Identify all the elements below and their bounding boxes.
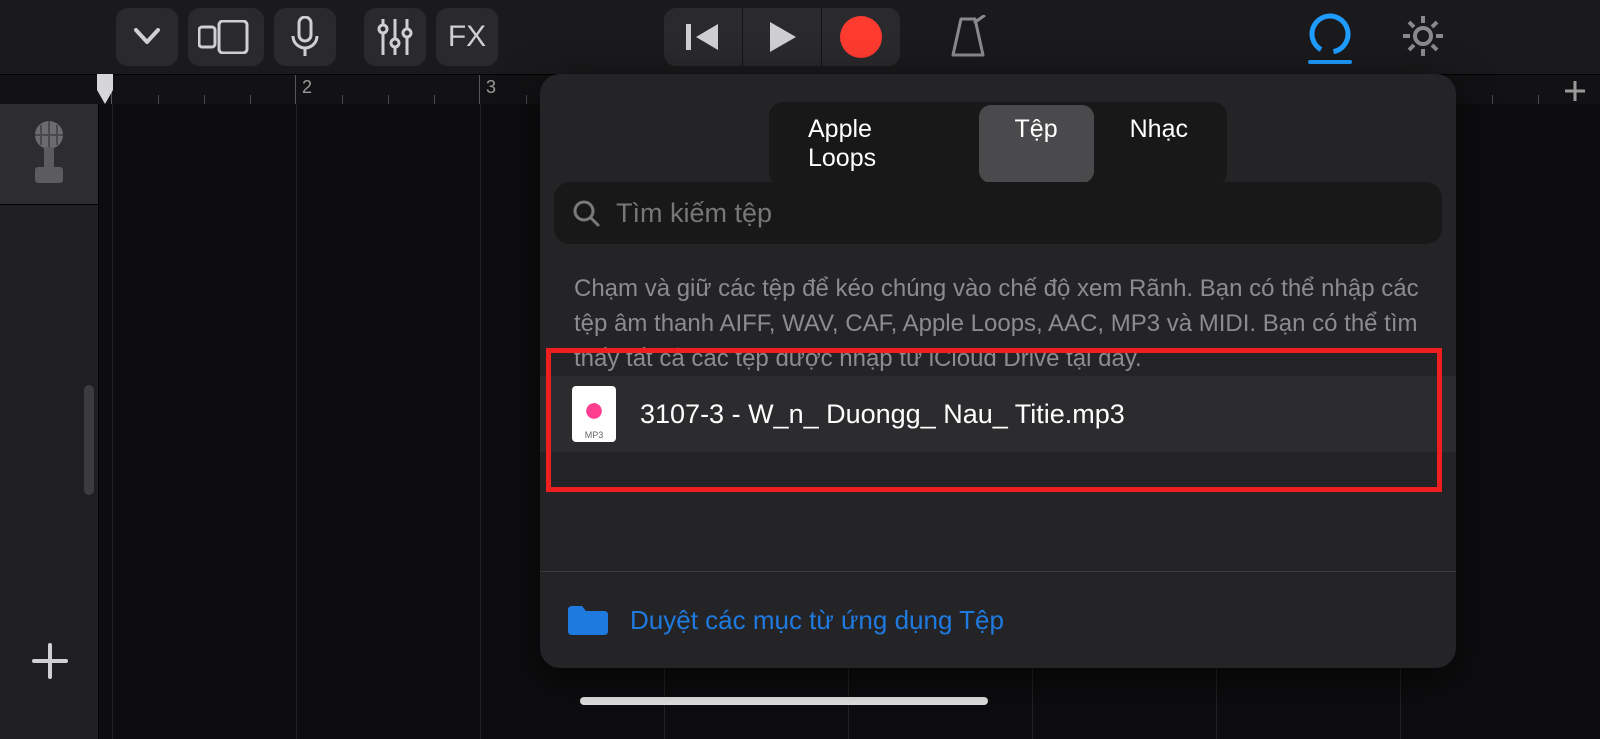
tracks-view-icon xyxy=(198,20,254,54)
mp3-file-icon: MP3 xyxy=(572,386,616,442)
folder-icon xyxy=(566,604,608,636)
plus-icon xyxy=(1564,80,1586,102)
skip-back-icon xyxy=(684,20,722,54)
home-indicator xyxy=(580,697,988,705)
add-track-button[interactable] xyxy=(22,633,78,689)
play-button[interactable] xyxy=(743,8,822,66)
play-icon xyxy=(766,20,798,54)
fx-button[interactable]: FX xyxy=(436,8,498,66)
search-icon xyxy=(572,199,600,227)
gear-icon xyxy=(1401,14,1445,58)
tab-music[interactable]: Nhạc xyxy=(1094,105,1224,183)
hint-text: Chạm và giữ các tệp để kéo chúng vào chế… xyxy=(574,272,1420,376)
tab-apple-loops[interactable]: Apple Loops xyxy=(772,105,979,183)
loop-icon xyxy=(1307,13,1353,59)
ruler-number: 2 xyxy=(302,77,312,98)
transport-group xyxy=(664,8,900,66)
metronome-button[interactable] xyxy=(940,10,996,66)
chevron-down-icon xyxy=(134,28,160,46)
playhead[interactable] xyxy=(96,74,114,104)
record-icon xyxy=(840,16,882,58)
search-field-wrap[interactable] xyxy=(554,182,1442,244)
loop-browser-button[interactable] xyxy=(1300,8,1360,64)
track-scrollbar-thumb[interactable] xyxy=(84,385,94,495)
mixer-button[interactable] xyxy=(364,8,426,66)
microphone-icon xyxy=(290,16,320,58)
tab-files[interactable]: Tệp xyxy=(979,105,1094,183)
add-ruler-button[interactable] xyxy=(1560,76,1590,106)
record-mic-button[interactable] xyxy=(274,8,336,66)
tracks-dropdown-button[interactable] xyxy=(116,8,178,66)
browse-files-row[interactable]: Duyệt các mục từ ứng dụng Tệp xyxy=(540,571,1456,668)
track-header-audio[interactable] xyxy=(0,104,98,205)
metronome-icon xyxy=(947,15,989,61)
tracks-view-button[interactable] xyxy=(188,8,264,66)
top-toolbar: FX xyxy=(0,0,1600,74)
ruler-number: 3 xyxy=(486,77,496,98)
file-browser-panel: Apple Loops Tệp Nhạc Chạm và giữ các tệp… xyxy=(540,74,1456,668)
plus-icon xyxy=(30,641,70,681)
browse-files-label: Duyệt các mục từ ứng dụng Tệp xyxy=(630,605,1004,636)
record-button[interactable] xyxy=(822,8,900,66)
sliders-icon xyxy=(376,17,414,57)
microphone-track-icon xyxy=(27,119,71,189)
rewind-button[interactable] xyxy=(664,8,743,66)
file-row[interactable]: MP3 3107-3 - W_n_ Duongg_ Nau_ Titie.mp3 xyxy=(540,376,1456,452)
browser-tabs: Apple Loops Tệp Nhạc xyxy=(769,102,1227,186)
toolbar-group-left: FX xyxy=(116,8,498,66)
search-input[interactable] xyxy=(614,197,1424,230)
file-name-label: 3107-3 - W_n_ Duongg_ Nau_ Titie.mp3 xyxy=(640,399,1125,430)
settings-button[interactable] xyxy=(1393,8,1453,64)
loop-active-indicator xyxy=(1308,60,1352,64)
